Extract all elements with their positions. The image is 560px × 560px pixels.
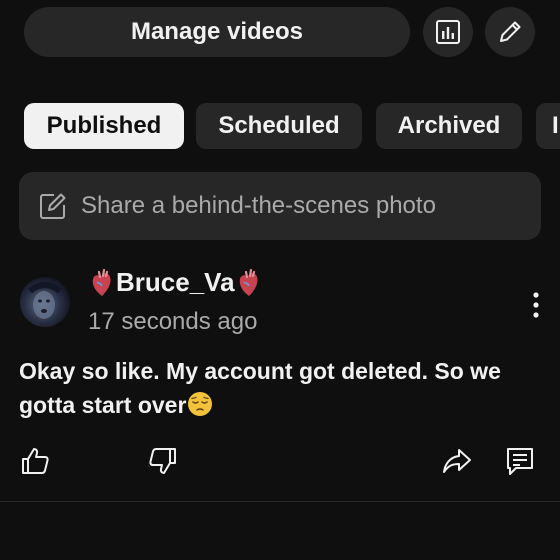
- tab-archived[interactable]: Archived: [376, 103, 522, 149]
- analytics-button[interactable]: [423, 7, 473, 57]
- manage-videos-button[interactable]: Manage videos: [24, 7, 410, 57]
- pencil-icon: [500, 21, 521, 42]
- divider: [0, 501, 560, 502]
- post-author[interactable]: Bruce_Va: [90, 267, 261, 298]
- composer-placeholder: Share a behind-the-scenes photo: [81, 192, 436, 219]
- author-name: Bruce_Va: [116, 267, 235, 297]
- post-actions: [0, 445, 560, 481]
- post-timestamp: 17 seconds ago: [88, 308, 258, 335]
- pensive-face-icon: [188, 392, 213, 416]
- post-body: Okay so like. My account got deleted. So…: [19, 354, 544, 422]
- content-tabs: Published Scheduled Archived I: [24, 103, 560, 149]
- edit-square-icon: [40, 193, 66, 219]
- anatomical-heart-icon: [239, 268, 258, 296]
- top-actions-row: Manage videos: [24, 7, 544, 57]
- edit-button[interactable]: [485, 7, 535, 57]
- like-icon[interactable]: [20, 445, 52, 477]
- share-icon[interactable]: [441, 445, 473, 477]
- tab-scheduled[interactable]: Scheduled: [196, 103, 362, 149]
- post-text: Okay so like. My account got deleted. So…: [19, 358, 501, 418]
- anatomical-heart-icon: [92, 268, 111, 296]
- more-options-icon[interactable]: [522, 290, 550, 320]
- comment-icon[interactable]: [504, 445, 536, 477]
- avatar-image: [28, 282, 62, 319]
- analytics-icon: [436, 20, 460, 44]
- share-photo-composer[interactable]: Share a behind-the-scenes photo: [19, 172, 541, 240]
- tab-overflow[interactable]: I: [536, 103, 560, 149]
- dislike-icon[interactable]: [146, 445, 178, 477]
- tab-published[interactable]: Published: [24, 103, 184, 149]
- avatar[interactable]: [20, 277, 70, 327]
